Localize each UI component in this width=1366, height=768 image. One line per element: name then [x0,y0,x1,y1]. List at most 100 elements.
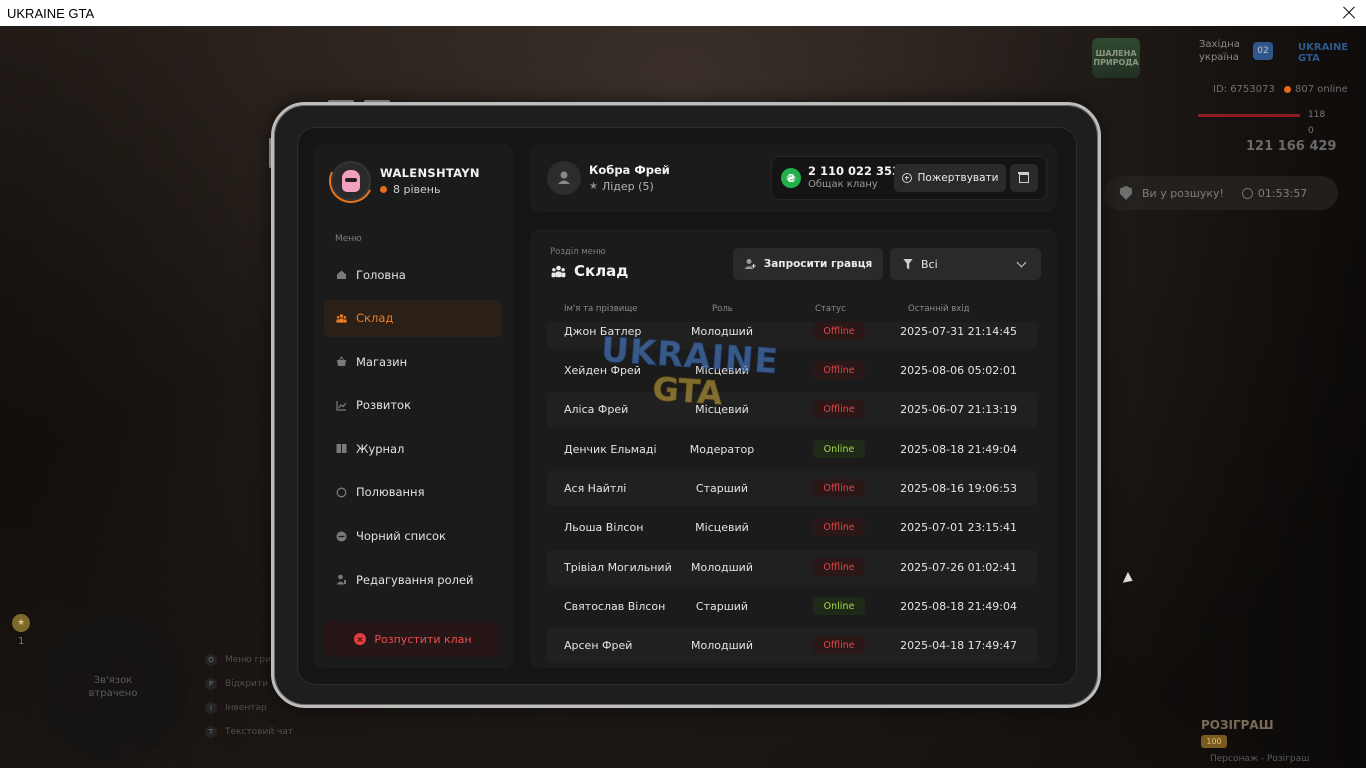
sidebar-item-development[interactable]: Розвиток [324,387,502,424]
window-title: UKRAINE GTA [7,5,95,21]
avatar[interactable] [331,161,371,201]
hud-money: 121 166 429 [1246,139,1337,154]
donate-button[interactable]: Пожертвувати [894,164,1006,192]
leader-avatar [547,161,581,195]
hotkey-item: I Інвентар [205,696,293,720]
table-row[interactable]: Арсен Фрей Молодший Offline 2025-04-18 1… [547,628,1037,663]
table-row[interactable]: Льоша Вілсон Місцевий Offline 2025-07-01… [547,510,1037,545]
chart-icon [336,400,347,411]
wanted-indicator: Ви у розшуку! 01:53:57 [1104,176,1338,210]
status-badge: Offline [813,361,865,379]
status-badge: Offline [813,400,865,418]
sidebar-menu: Головна Склад Магазин Розвиток Журнал По… [324,256,502,605]
status-badge: Offline [813,636,865,654]
wanted-timer: 01:53:57 [1257,186,1308,200]
giveaway-badge: 100 [1201,735,1227,748]
bank-label: Общак клану [808,179,878,190]
star-icon: ★ [589,181,598,192]
table-row[interactable]: Ася Найтлі Старший Offline 2025-08-16 19… [547,471,1037,506]
online-dot-icon [1284,86,1291,93]
box-icon [1018,171,1029,183]
table-row[interactable]: Денчик Ельмаді Модератор Online 2025-08-… [547,432,1037,467]
storage-box-button[interactable] [1010,164,1038,192]
sidebar-item-label: Склад [356,311,394,326]
column-header: Останній вхід [908,304,970,314]
minimap-text: Зв'язок втрачено [88,675,138,699]
user-level: 8 рівень [380,183,440,196]
sidebar-item-blacklist[interactable]: Чорний список [324,518,502,555]
shop-icon [336,356,347,367]
visor-icon [345,178,357,182]
minimap: Зв'язок втрачено [38,612,188,762]
giveaway-subtitle: Персонаж - Розіграш [1210,754,1310,764]
invite-label: Запросити гравця [763,258,873,270]
sidebar-item-home[interactable]: Головна [324,256,502,293]
table-row[interactable]: Трівіал Могильний Молодший Offline 2025-… [547,550,1037,585]
table-row[interactable]: Хейден Фрей Місцевий Offline 2025-08-06 … [547,353,1037,388]
sidebar-item-label: Розвиток [356,398,412,413]
online-count-text: 807 online [1295,84,1348,95]
close-icon[interactable] [1340,4,1358,22]
column-header: Роль [712,304,733,314]
members-table: Джон Батлер Молодший Offline 2025-07-31 … [547,322,1037,666]
hryvnia-icon: ₴ [781,168,801,188]
chevron-down-icon [1016,257,1027,268]
user-level-text: 8 рівень [393,183,441,196]
sidebar-item-label: Полювання [356,485,425,500]
status-badge: Offline [813,518,865,536]
sidebar-item-storage[interactable]: Склад [324,299,502,337]
disband-label: Розпустити клан [374,632,472,646]
sidebar-item-label: Магазин [356,354,408,369]
user-plus-icon [744,259,756,269]
filter-value: Всі [921,257,938,271]
disband-clan-button[interactable]: Розпустити клан [324,621,502,657]
book-icon [336,443,347,454]
filter-select[interactable]: Всі [890,248,1041,280]
sidebar-item-journal[interactable]: Журнал [324,430,502,467]
shield-icon [1120,186,1132,200]
leader-name: Кобра Фрей [589,163,670,177]
sidebar-item-label: Чорний список [356,529,446,544]
members-icon [551,265,566,277]
donate-label: Пожертвувати [917,172,999,184]
hud-logos: ШАЛЕНА ПРИРОДА Західна україна 02 UKRAIN… [1092,38,1362,82]
table-row[interactable]: Святослав Вілсон Старший Online 2025-08-… [547,589,1037,624]
invite-player-button[interactable]: Запросити гравця [733,248,883,280]
column-header: Ім'я та прізвище [564,304,638,314]
status-badge: Online [813,440,865,458]
giveaway-title: РОЗІГРАШ [1201,718,1274,732]
table-row[interactable]: Аліса Фрей Місцевий Offline 2025-06-07 2… [547,392,1037,427]
user-edit-icon [336,574,347,585]
user-icon [558,171,570,184]
status-badge: Offline [813,558,865,576]
section-caption: Розділ меню [550,247,606,257]
status-badge: Offline [813,322,865,340]
home-icon [336,269,347,280]
status-badge: Online [813,597,865,615]
player-id: ID: 6753073 [1213,84,1275,95]
menu-caption: Меню [335,234,362,244]
page-title: Склад [551,262,628,280]
region-badge: 02 [1253,42,1273,60]
server-logo: ШАЛЕНА ПРИРОДА [1092,38,1140,78]
level-dot-icon [380,186,387,193]
username: WALENSHTAYN [380,166,480,180]
level-icon: ★ [12,614,30,632]
table-header: Ім'я та прізвище Роль Статус Останній вх… [547,302,1037,318]
close-circle-icon [354,633,367,645]
wanted-text: Ви у розшуку! [1142,186,1224,200]
sidebar-item-edit-roles[interactable]: Редагування ролей [324,561,502,598]
column-header: Статус [815,304,846,314]
target-icon [336,487,347,498]
window-titlebar: UKRAINE GTA [0,0,1366,26]
plus-circle-icon [901,173,912,183]
game-logo: UKRAINE GTA [1298,42,1349,64]
sidebar-item-label: Головна [356,267,406,282]
sidebar-item-shop[interactable]: Магазин [324,343,502,380]
members-icon [336,313,347,324]
block-icon [336,531,347,542]
table-row[interactable]: Джон Батлер Молодший Offline 2025-07-31 … [547,322,1037,349]
sidebar-item-hunting[interactable]: Полювання [324,474,502,511]
leader-role-text: Лідер (5) [601,180,654,193]
page-title-text: Склад [574,262,629,280]
